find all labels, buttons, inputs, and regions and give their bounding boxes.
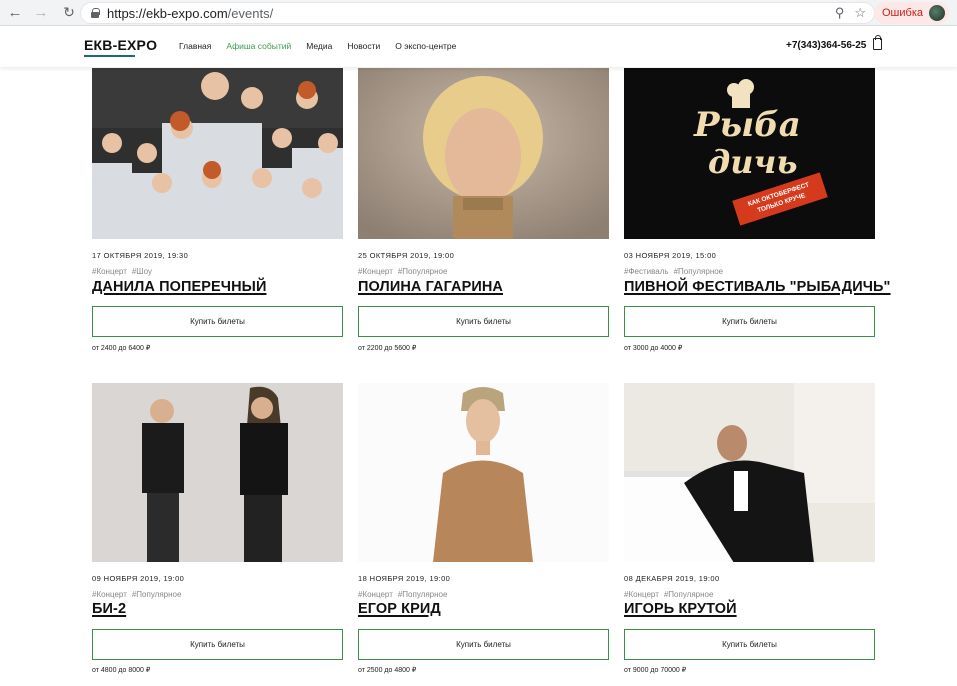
event-title[interactable]: ПОЛИНА ГАГАРИНА	[358, 279, 503, 295]
event-card: 17 ОКТЯБРЯ 2019, 19:30 #Концерт #Шоу ДАНИ…	[92, 68, 343, 352]
poster-word-1: Рыба	[694, 105, 801, 145]
tag-link[interactable]: #Популярное	[674, 267, 724, 276]
error-label: Ошибка	[882, 7, 923, 19]
phone-number[interactable]: +7(343)364-56-25	[786, 40, 866, 51]
event-tags: #Концерт #Популярное	[358, 590, 452, 599]
address-bar[interactable]: https://ekb-expo.com/events/ ⚲ ☆	[80, 2, 875, 24]
tag-link[interactable]: #Популярное	[132, 590, 182, 599]
event-date: 25 ОКТЯБРЯ 2019, 19:00	[358, 251, 455, 260]
tag-link[interactable]: #Популярное	[398, 267, 448, 276]
tag-link[interactable]: #Концерт	[92, 267, 127, 276]
event-date: 09 НОЯБРЯ 2019, 19:00	[92, 574, 185, 583]
tag-link[interactable]: #Концерт	[358, 590, 393, 599]
event-image[interactable]	[92, 68, 343, 239]
event-title[interactable]: ЕГОР КРИД	[358, 601, 441, 617]
event-image[interactable]	[624, 383, 875, 562]
event-tags: #Фестиваль #Популярное	[624, 267, 728, 276]
event-tags: #Концерт #Шоу	[92, 267, 157, 276]
logo-underline	[84, 55, 135, 57]
site-logo[interactable]: ЕКВ-EXPO	[84, 37, 157, 53]
tag-link[interactable]: #Популярное	[664, 590, 714, 599]
event-date: 03 НОЯБРЯ 2019, 15:00	[624, 251, 717, 260]
menu-item-events[interactable]: Афиша событий	[226, 41, 291, 51]
event-price: от 2400 до 6400 ₽	[92, 345, 151, 352]
event-date: 17 ОКТЯБРЯ 2019, 19:30	[92, 251, 189, 260]
beer-mug-icon	[712, 78, 772, 108]
event-price: от 4800 до 8000 ₽	[92, 667, 151, 674]
reload-icon[interactable]: ↻	[57, 1, 81, 25]
avatar	[929, 5, 945, 21]
event-price: от 2200 до 5600 ₽	[358, 345, 417, 352]
event-card: 08 ДЕКАБРЯ 2019, 19:00 #Концерт #Популярн…	[624, 383, 875, 674]
event-price: от 3000 до 4000 ₽	[624, 345, 683, 352]
buy-tickets-button[interactable]: Купить билеты	[358, 306, 609, 337]
buy-tickets-button[interactable]: Купить билеты	[358, 629, 609, 660]
star-icon[interactable]: ☆	[854, 5, 866, 21]
menu-item-home[interactable]: Главная	[179, 41, 211, 51]
cart-icon[interactable]	[873, 35, 882, 50]
tag-link[interactable]: #Концерт	[624, 590, 659, 599]
menu-item-about[interactable]: О экспо-центре	[395, 41, 456, 51]
tag-link[interactable]: #Концерт	[92, 590, 127, 599]
event-image[interactable]	[358, 68, 609, 239]
event-image[interactable]: Рыба дичь КАК ОКТОБЕРФЕСТ ТОЛЬКО КРУЧЕ	[624, 68, 875, 239]
main-menu: Главная Афиша событий Медиа Новости О эк…	[179, 41, 471, 51]
event-title[interactable]: ДАНИЛА ПОПЕРЕЧНЫЙ	[92, 279, 266, 295]
site-header: ЕКВ-EXPO Главная Афиша событий Медиа Нов…	[0, 27, 957, 67]
event-card: Рыба дичь КАК ОКТОБЕРФЕСТ ТОЛЬКО КРУЧЕ 0…	[624, 68, 890, 352]
lock-icon	[91, 8, 100, 18]
buy-tickets-button[interactable]: Купить билеты	[92, 629, 343, 660]
zoom-icon[interactable]: ⚲	[835, 5, 845, 21]
event-date: 18 НОЯБРЯ 2019, 19:00	[358, 574, 451, 583]
tag-link[interactable]: #Шоу	[132, 267, 152, 276]
event-image[interactable]	[92, 383, 343, 562]
event-tags: #Концерт #Популярное	[92, 590, 186, 599]
event-title[interactable]: ПИВНОЙ ФЕСТИВАЛЬ "РЫБАДИЧЬ"	[624, 279, 891, 295]
event-title[interactable]: БИ-2	[92, 601, 126, 617]
event-date: 08 ДЕКАБРЯ 2019, 19:00	[624, 574, 720, 583]
forward-arrow-icon[interactable]: →	[29, 1, 53, 25]
profile-error-button[interactable]: Ошибка	[874, 2, 949, 24]
event-price: от 2500 до 4800 ₽	[358, 667, 417, 674]
event-card: 18 НОЯБРЯ 2019, 19:00 #Концерт #Популярно…	[358, 383, 609, 674]
event-tags: #Концерт #Популярное	[358, 267, 452, 276]
buy-tickets-button[interactable]: Купить билеты	[624, 306, 875, 337]
tag-link[interactable]: #Концерт	[358, 267, 393, 276]
tag-link[interactable]: #Популярное	[398, 590, 448, 599]
url-text: https://ekb-expo.com/events/	[107, 5, 274, 21]
tag-link[interactable]: #Фестиваль	[624, 267, 669, 276]
menu-item-news[interactable]: Новости	[347, 41, 380, 51]
event-tags: #Концерт #Популярное	[624, 590, 718, 599]
event-price: от 9000 до 70000 ₽	[624, 667, 687, 674]
back-arrow-icon[interactable]: ←	[3, 1, 27, 25]
event-card: 25 ОКТЯБРЯ 2019, 19:00 #Концерт #Популярн…	[358, 68, 609, 352]
event-title[interactable]: ИГОРЬ КРУТОЙ	[624, 601, 737, 617]
event-image[interactable]	[358, 383, 609, 562]
buy-tickets-button[interactable]: Купить билеты	[624, 629, 875, 660]
menu-item-media[interactable]: Медиа	[306, 41, 332, 51]
buy-tickets-button[interactable]: Купить билеты	[92, 306, 343, 337]
browser-toolbar: ← → ↻ https://ekb-expo.com/events/ ⚲ ☆ О…	[0, 0, 957, 26]
poster-word-2: дичь	[708, 143, 798, 181]
event-card: 09 НОЯБРЯ 2019, 19:00 #Концерт #Популярно…	[92, 383, 343, 674]
